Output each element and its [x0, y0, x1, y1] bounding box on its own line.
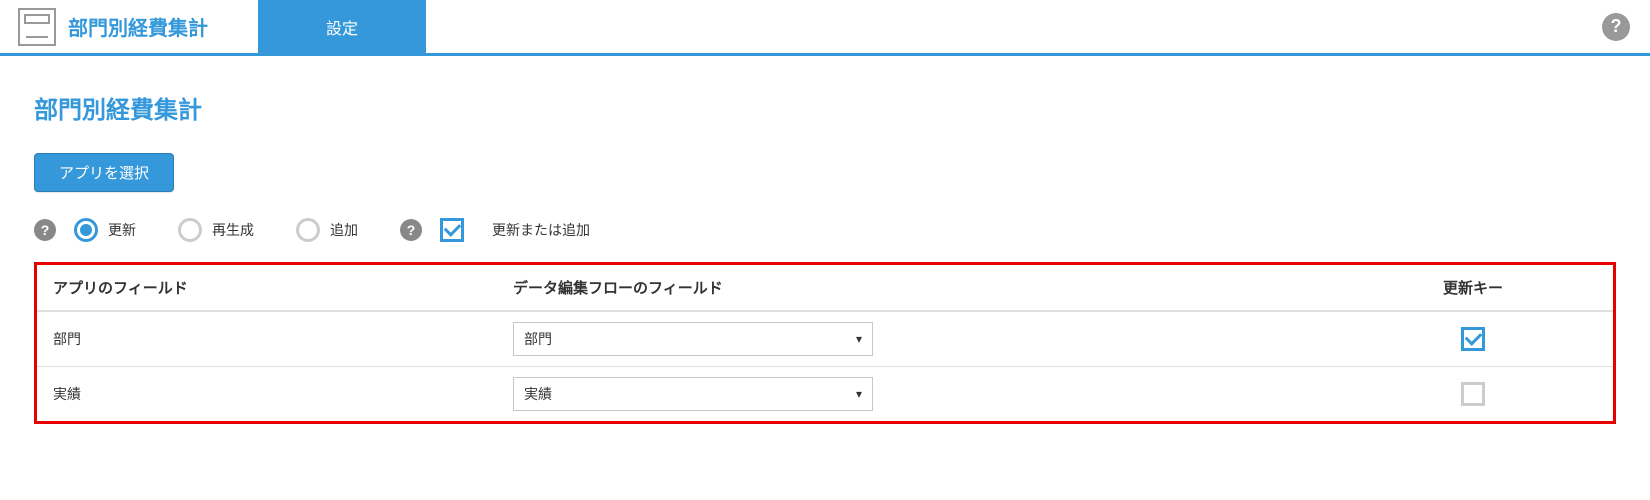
header: 部門別経費集計 設定 ? [0, 0, 1650, 56]
radio-label: 追加 [330, 220, 358, 240]
table-row: 実績 実績 [37, 367, 1613, 422]
radio-add[interactable]: 追加 [296, 218, 358, 242]
tab-settings[interactable]: 設定 [258, 0, 426, 55]
select-app-button[interactable]: アプリを選択 [34, 153, 174, 192]
field-mapping-table: アプリのフィールド データ編集フローのフィールド 更新キー 部門 部門 [34, 262, 1616, 424]
help-icon[interactable]: ? [1602, 13, 1630, 41]
page-title: 部門別経費集計 [34, 90, 1616, 125]
table-row: 部門 部門 [37, 311, 1613, 367]
checkbox-label: 更新または追加 [492, 220, 590, 240]
col-update-key: 更新キー [1333, 265, 1613, 311]
radio-label: 再生成 [212, 220, 254, 240]
radio-icon [296, 218, 320, 242]
flow-field-select[interactable]: 実績 [513, 377, 873, 411]
app-icon [18, 8, 56, 46]
app-field-cell: 部門 [37, 311, 497, 367]
checkbox-update-or-add[interactable] [440, 218, 464, 242]
table-header-row: アプリのフィールド データ編集フローのフィールド 更新キー [37, 265, 1613, 311]
col-flow-field: データ編集フローのフィールド [497, 265, 1333, 311]
help-icon[interactable]: ? [34, 219, 56, 241]
radio-label: 更新 [108, 220, 136, 240]
help-icon[interactable]: ? [400, 219, 422, 241]
col-app-field: アプリのフィールド [37, 265, 497, 311]
header-title: 部門別経費集計 [68, 12, 208, 41]
select-value: 実績 [524, 384, 552, 404]
mode-row: ? 更新 再生成 追加 ? 更新または追加 [34, 218, 1616, 242]
update-key-checkbox[interactable] [1461, 382, 1485, 406]
update-key-checkbox[interactable] [1461, 327, 1485, 351]
app-field-cell: 実績 [37, 367, 497, 422]
radio-update[interactable]: 更新 [74, 218, 136, 242]
radio-icon [74, 218, 98, 242]
select-value: 部門 [524, 329, 552, 349]
radio-regenerate[interactable]: 再生成 [178, 218, 254, 242]
main: 部門別経費集計 アプリを選択 ? 更新 再生成 追加 ? 更新または追加 アプリ… [0, 56, 1650, 444]
flow-field-select[interactable]: 部門 [513, 322, 873, 356]
radio-icon [178, 218, 202, 242]
